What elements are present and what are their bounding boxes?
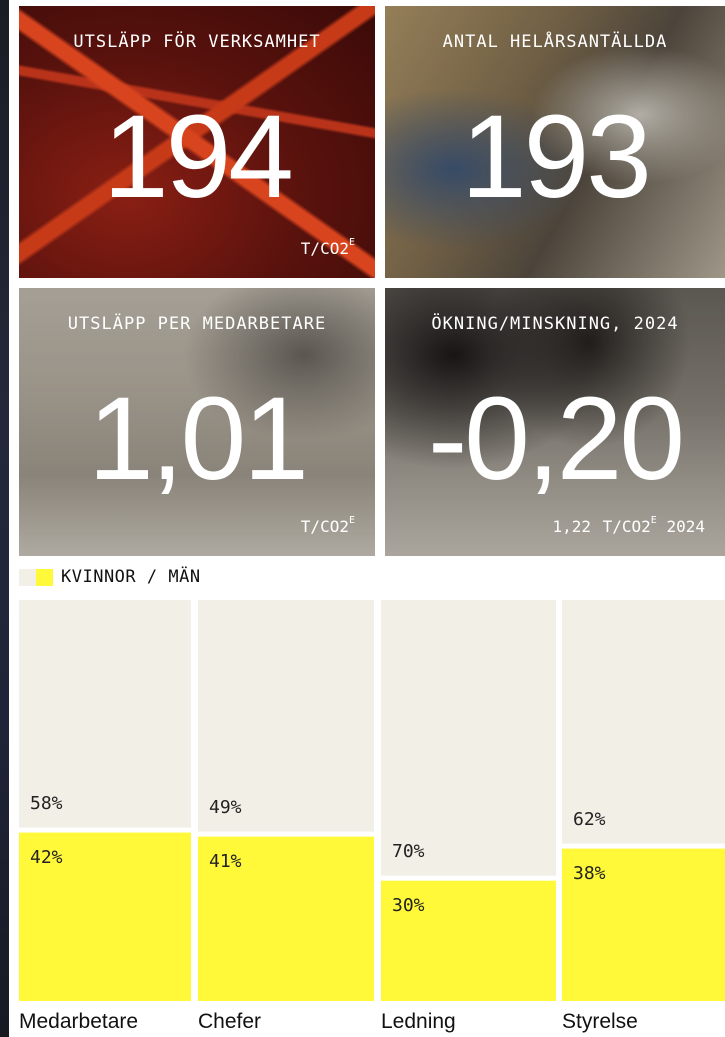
- data-label-men: 30%: [392, 894, 425, 916]
- data-label-men: 41%: [209, 850, 242, 872]
- category-label: Medarbetare: [19, 1010, 139, 1033]
- bar-women-ledning: [381, 600, 556, 876]
- data-label-men: 38%: [573, 862, 606, 884]
- data-label-women: 49%: [209, 796, 242, 818]
- data-label-women: 58%: [30, 792, 63, 814]
- gender-bar-chart: [19, 600, 725, 1001]
- data-label-women: 70%: [392, 840, 425, 862]
- bar-women-styrelse: [562, 600, 725, 844]
- data-label-men: 42%: [30, 846, 63, 868]
- category-label: Chefer: [198, 1010, 262, 1033]
- data-label-women: 62%: [573, 808, 606, 830]
- category-label: Ledning: [381, 1010, 456, 1033]
- category-label: Styrelse: [562, 1010, 638, 1033]
